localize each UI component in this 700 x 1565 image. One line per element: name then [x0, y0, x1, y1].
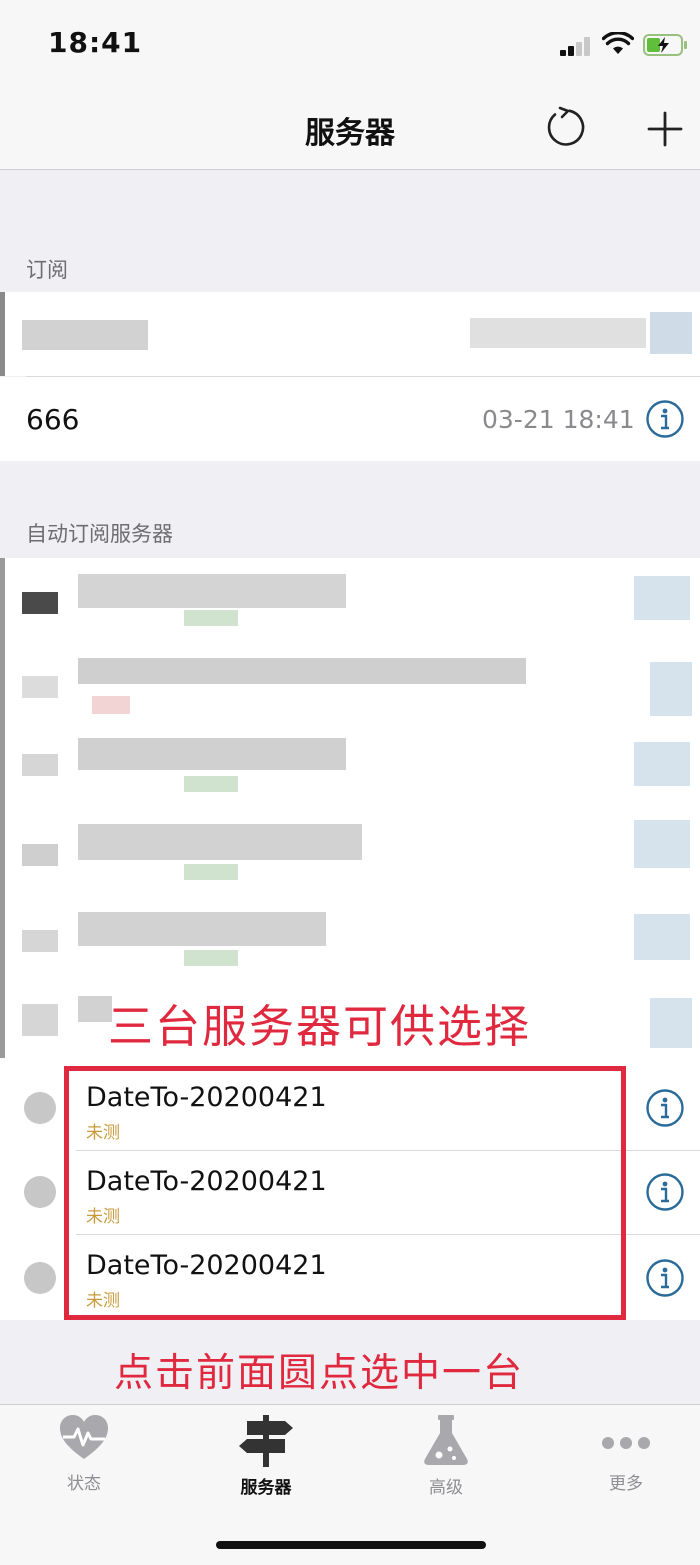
info-icon[interactable]	[645, 399, 685, 439]
blurred-info-icon	[634, 820, 690, 868]
blurred-server-status	[184, 776, 238, 792]
wifi-icon	[602, 32, 634, 54]
heart-pulse-icon	[60, 1415, 108, 1459]
blurred-radio	[22, 676, 58, 698]
blurred-server-name	[78, 912, 326, 946]
server-select-radio[interactable]	[24, 1262, 56, 1294]
tab-servers[interactable]: 服务器	[206, 1413, 326, 1513]
blurred-server-name	[78, 658, 526, 684]
blurred-info-icon	[650, 998, 692, 1048]
more-dots-icon	[602, 1437, 650, 1449]
battery-charging-icon	[643, 34, 687, 56]
page-title: 服务器	[305, 116, 395, 151]
subscription-section-header: 订阅	[26, 258, 68, 282]
subscription-time: 03-21 18:41	[482, 405, 635, 434]
blurred-server-status	[184, 864, 238, 880]
blurred-edge	[0, 292, 5, 376]
blurred-server-name	[78, 824, 362, 860]
blurred-radio	[22, 844, 58, 866]
blurred-info-icon	[650, 662, 692, 716]
info-icon[interactable]	[645, 1088, 685, 1128]
blurred-time	[470, 318, 646, 348]
blurred-name	[22, 320, 148, 350]
blurred-server-list	[0, 558, 700, 1064]
tab-label: 状态	[67, 1474, 101, 1494]
home-indicator	[216, 1541, 486, 1549]
flask-icon	[424, 1415, 468, 1465]
blurred-server-name	[78, 574, 346, 608]
blurred-radio	[22, 930, 58, 952]
subscription-name: 666	[26, 403, 80, 436]
annotation-highlight-box	[64, 1066, 626, 1320]
tab-label: 服务器	[240, 1478, 292, 1498]
annotation-top: 三台服务器可供选择	[108, 1000, 532, 1053]
blurred-server-status	[92, 696, 130, 714]
refresh-button[interactable]	[542, 104, 590, 152]
blurred-info-icon	[634, 742, 690, 786]
navigation-bar: 服务器	[0, 88, 700, 170]
subscription-row[interactable]: 666 03-21 18:41	[0, 377, 700, 461]
info-icon[interactable]	[645, 1258, 685, 1298]
blurred-radio	[22, 592, 58, 614]
server-select-radio[interactable]	[24, 1176, 56, 1208]
blurred-server-status	[184, 610, 238, 626]
status-bar: 18:41	[0, 0, 700, 88]
blurred-info-icon	[650, 312, 692, 354]
tab-status[interactable]: 状态	[24, 1413, 144, 1513]
status-time: 18:41	[48, 26, 143, 59]
server-select-radio[interactable]	[24, 1092, 56, 1124]
blurred-radio	[22, 1004, 58, 1036]
blurred-info-icon	[634, 914, 690, 960]
auto-servers-section-header: 自动订阅服务器	[26, 522, 173, 546]
tab-label: 高级	[429, 1478, 463, 1498]
blurred-server-status	[184, 950, 238, 966]
tab-label: 更多	[609, 1474, 643, 1494]
blurred-radio	[22, 754, 58, 776]
info-icon[interactable]	[645, 1172, 685, 1212]
add-button[interactable]	[640, 104, 690, 154]
annotation-bottom: 点击前面圆点选中一台	[114, 1351, 525, 1396]
blurred-edge	[0, 558, 5, 1058]
cellular-signal-icon	[560, 36, 594, 56]
signpost-icon	[239, 1415, 293, 1467]
blurred-server-name	[78, 738, 346, 770]
tab-advanced[interactable]: 高级	[386, 1413, 506, 1513]
blurred-server-name	[78, 996, 112, 1022]
blurred-info-icon	[634, 576, 690, 620]
subscription-row-blurred[interactable]	[0, 292, 700, 376]
tab-more[interactable]: 更多	[566, 1413, 686, 1513]
